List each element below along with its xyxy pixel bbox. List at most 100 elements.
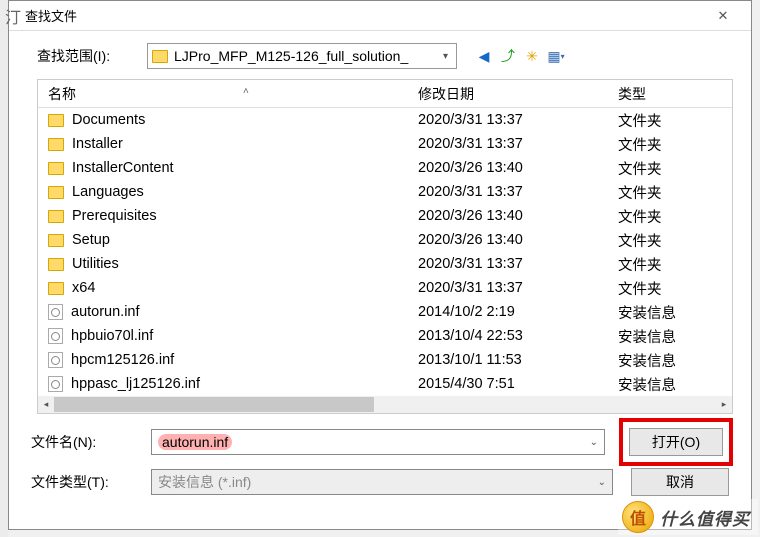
view-menu-icon[interactable]: ▦▾	[547, 47, 565, 65]
file-name: Installer	[72, 136, 123, 152]
file-name: hpbuio70l.inf	[71, 328, 153, 344]
file-date: 2020/3/31 13:37	[418, 184, 618, 200]
header-date[interactable]: 修改日期	[418, 84, 618, 104]
folder-icon	[48, 258, 64, 271]
scroll-left-icon[interactable]: ◂	[38, 396, 54, 413]
chevron-down-icon[interactable]: ⌄	[590, 437, 598, 448]
cancel-button[interactable]: 取消	[631, 468, 729, 496]
sort-indicator-icon: ˄	[243, 86, 249, 97]
file-date: 2020/3/31 13:37	[418, 280, 618, 296]
file-row[interactable]: autorun.inf 2014/10/2 2:19安装信息	[38, 300, 732, 324]
file-date: 2013/10/4 22:53	[418, 328, 618, 344]
scroll-right-icon[interactable]: ▸	[716, 396, 732, 413]
file-date: 2020/3/26 13:40	[418, 160, 618, 176]
file-row[interactable]: hpbuio70l.inf 2013/10/4 22:53安装信息	[38, 324, 732, 348]
inf-file-icon	[48, 376, 63, 392]
file-type: 安装信息	[618, 350, 732, 371]
file-row[interactable]: InstallerContent 2020/3/26 13:40文件夹	[38, 156, 732, 180]
file-name: hpcm125126.inf	[71, 352, 174, 368]
watermark-icon: 值	[622, 501, 654, 533]
up-folder-icon[interactable]: ⤴	[499, 47, 517, 65]
inf-file-icon	[48, 304, 63, 320]
folder-icon	[48, 138, 64, 151]
folder-icon	[48, 234, 64, 247]
file-type: 文件夹	[618, 110, 732, 131]
bottom-panel: 文件名(N): autorun.inf ⌄ 打开(O) 文件类型(T): 安装信…	[9, 414, 751, 502]
scroll-thumb[interactable]	[54, 397, 374, 412]
filetype-value: 安装信息 (*.inf)	[158, 472, 598, 492]
file-type: 安装信息	[618, 374, 732, 395]
file-row[interactable]: Utilities 2020/3/31 13:37文件夹	[38, 252, 732, 276]
titlebar-title: 查找文件	[25, 6, 703, 25]
filetype-select[interactable]: 安装信息 (*.inf) ⌄	[151, 469, 613, 495]
file-list: 名称 ˄ 修改日期 类型 Documents2020/3/31 13:37文件夹…	[37, 79, 733, 414]
file-row[interactable]: Prerequisites 2020/3/26 13:40文件夹	[38, 204, 732, 228]
file-type: 安装信息	[618, 326, 732, 347]
file-rows[interactable]: Documents2020/3/31 13:37文件夹Installer2020…	[38, 108, 732, 398]
file-type: 文件夹	[618, 182, 732, 203]
close-button[interactable]: ✕	[703, 2, 743, 30]
file-date: 2014/10/2 2:19	[418, 304, 618, 320]
file-row[interactable]: hppasc_lj125126.inf 2015/4/30 7:51安装信息	[38, 372, 732, 396]
folder-icon	[48, 114, 64, 127]
filename-label: 文件名(N):	[31, 432, 151, 452]
watermark: 值 什么值得买	[618, 499, 758, 535]
file-name: Utilities	[72, 256, 119, 272]
folder-icon	[48, 186, 64, 199]
file-date: 2020/3/31 13:37	[418, 136, 618, 152]
file-name: Prerequisites	[72, 208, 157, 224]
folder-icon	[152, 50, 168, 63]
file-type: 文件夹	[618, 230, 732, 251]
column-headers: 名称 ˄ 修改日期 类型	[38, 80, 732, 108]
file-row[interactable]: x642020/3/31 13:37文件夹	[38, 276, 732, 300]
file-type: 文件夹	[618, 254, 732, 275]
folder-icon	[48, 210, 64, 223]
file-name: Documents	[72, 112, 145, 128]
open-button[interactable]: 打开(O)	[629, 428, 723, 456]
chevron-down-icon[interactable]: ⌄	[598, 477, 606, 488]
lookin-select[interactable]: LJPro_MFP_M125-126_full_solution_ ▾	[147, 43, 457, 69]
filename-value: autorun.inf	[158, 434, 232, 450]
titlebar[interactable]: 汀 查找文件 ✕	[9, 1, 751, 31]
lookin-label: 查找范围(I):	[37, 46, 137, 66]
chevron-down-icon[interactable]: ▾	[439, 51, 452, 62]
file-date: 2013/10/1 11:53	[418, 352, 618, 368]
file-type: 安装信息	[618, 302, 732, 323]
inf-file-icon	[48, 352, 63, 368]
inf-file-icon	[48, 328, 63, 344]
file-date: 2020/3/31 13:37	[418, 112, 618, 128]
watermark-text: 什么值得买	[660, 505, 750, 530]
horizontal-scrollbar[interactable]: ◂ ▸	[38, 396, 732, 413]
titlebar-prefix: 汀	[5, 4, 21, 28]
file-row[interactable]: Installer2020/3/31 13:37文件夹	[38, 132, 732, 156]
file-row[interactable]: hpcm125126.inf 2013/10/1 11:53安装信息	[38, 348, 732, 372]
file-date: 2015/4/30 7:51	[418, 376, 618, 392]
filename-input[interactable]: autorun.inf ⌄	[151, 429, 605, 455]
lookin-value: LJPro_MFP_M125-126_full_solution_	[174, 48, 439, 64]
file-row[interactable]: Languages 2020/3/31 13:37文件夹	[38, 180, 732, 204]
file-open-dialog: 汀 查找文件 ✕ 查找范围(I): LJPro_MFP_M125-126_ful…	[8, 0, 752, 530]
header-type[interactable]: 类型	[618, 84, 732, 104]
open-button-highlight: 打开(O)	[619, 418, 733, 466]
lookin-row: 查找范围(I): LJPro_MFP_M125-126_full_solutio…	[9, 31, 751, 79]
file-name: Languages	[72, 184, 144, 200]
file-name: hppasc_lj125126.inf	[71, 376, 200, 392]
file-date: 2020/3/31 13:37	[418, 256, 618, 272]
folder-icon	[48, 162, 64, 175]
file-type: 文件夹	[618, 206, 732, 227]
file-row[interactable]: Documents 2020/3/31 13:37文件夹	[38, 108, 732, 132]
file-date: 2020/3/26 13:40	[418, 208, 618, 224]
filetype-label: 文件类型(T):	[31, 472, 151, 492]
toolbar-icons: ◀ ⤴ ✳ ▦▾	[475, 47, 565, 65]
new-folder-icon[interactable]: ✳	[523, 47, 541, 65]
file-type: 文件夹	[618, 278, 732, 299]
back-icon[interactable]: ◀	[475, 47, 493, 65]
file-row[interactable]: Setup 2020/3/26 13:40文件夹	[38, 228, 732, 252]
file-name: InstallerContent	[72, 160, 174, 176]
file-name: Setup	[72, 232, 110, 248]
file-type: 文件夹	[618, 158, 732, 179]
folder-icon	[48, 282, 64, 295]
file-date: 2020/3/26 13:40	[418, 232, 618, 248]
file-name: autorun.inf	[71, 304, 140, 320]
header-name[interactable]: 名称	[38, 84, 418, 104]
